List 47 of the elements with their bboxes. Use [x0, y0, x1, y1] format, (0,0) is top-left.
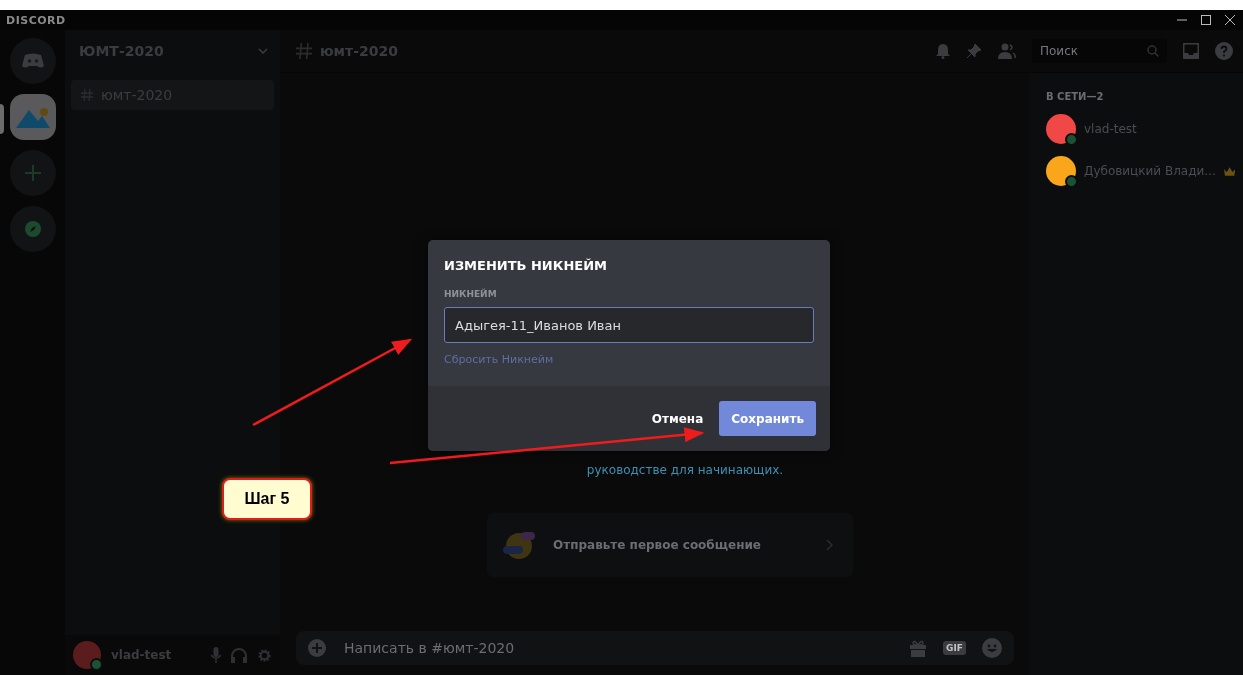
inbox-icon[interactable]: [1183, 43, 1199, 59]
close-icon[interactable]: [1225, 15, 1235, 25]
help-icon[interactable]: [1215, 42, 1233, 60]
member-name[interactable]: Дубовицкий Влади...: [1084, 164, 1216, 178]
home-button[interactable]: [9, 38, 56, 84]
plus-icon: [24, 165, 41, 181]
people-icon[interactable]: [998, 43, 1016, 59]
wumpus-icon: [501, 530, 537, 560]
gif-button[interactable]: GIF: [943, 641, 966, 655]
member-name[interactable]: vlad-test: [1084, 122, 1137, 136]
beginners-guide-link[interactable]: руководстве для начинающих.: [586, 463, 784, 477]
search-field[interactable]: Поиск: [1032, 39, 1167, 63]
server-button[interactable]: [9, 94, 56, 140]
step-callout: Шаг 5: [222, 478, 312, 520]
user-avatar[interactable]: [73, 641, 101, 669]
message-input[interactable]: Написать в #юмт-2020: [342, 639, 894, 657]
explore-button[interactable]: [9, 206, 56, 252]
compass-icon: [23, 220, 42, 238]
nickname-input[interactable]: Адыгея-11_Иванов Иван: [444, 307, 814, 343]
field-label: НИКНЕЙМ: [444, 289, 498, 299]
hash-icon: [81, 89, 93, 101]
dialog-title: ИЗМЕНИТЬ НИКНЕЙМ: [444, 258, 608, 273]
crown-icon: [1223, 166, 1235, 176]
cancel-button[interactable]: Отмена: [651, 411, 704, 426]
maximize-icon[interactable]: [1201, 15, 1211, 25]
message-field[interactable]: Написать в #юмт-2020 GIF: [296, 631, 1014, 665]
online-heading: В СЕТИ—2: [1046, 91, 1105, 102]
selected-indicator: [0, 104, 4, 134]
hash-icon: [296, 43, 312, 59]
controller-icon: [21, 53, 44, 69]
smiley-icon[interactable]: [982, 638, 1002, 658]
gift-icon[interactable]: [909, 639, 928, 657]
chevron-down-icon: [258, 48, 268, 54]
headphones-icon[interactable]: [231, 647, 247, 663]
bell-icon[interactable]: [936, 43, 950, 59]
add-icon[interactable]: [308, 639, 326, 657]
search-icon: [1147, 45, 1159, 57]
save-button[interactable]: Сохранить: [719, 401, 816, 436]
app-brand: DISCORD: [6, 13, 66, 27]
microphone-icon[interactable]: [211, 647, 221, 663]
first-message-card[interactable]: Отправьте первое сообщение: [487, 513, 853, 577]
chevron-right-icon: [826, 539, 833, 551]
settings-icon[interactable]: [257, 647, 272, 663]
mountain-icon: [15, 106, 50, 128]
add-server-button[interactable]: [9, 150, 56, 196]
reset-nickname-link[interactable]: Сбросить Никнейм: [444, 353, 814, 366]
pin-icon[interactable]: [966, 43, 982, 59]
